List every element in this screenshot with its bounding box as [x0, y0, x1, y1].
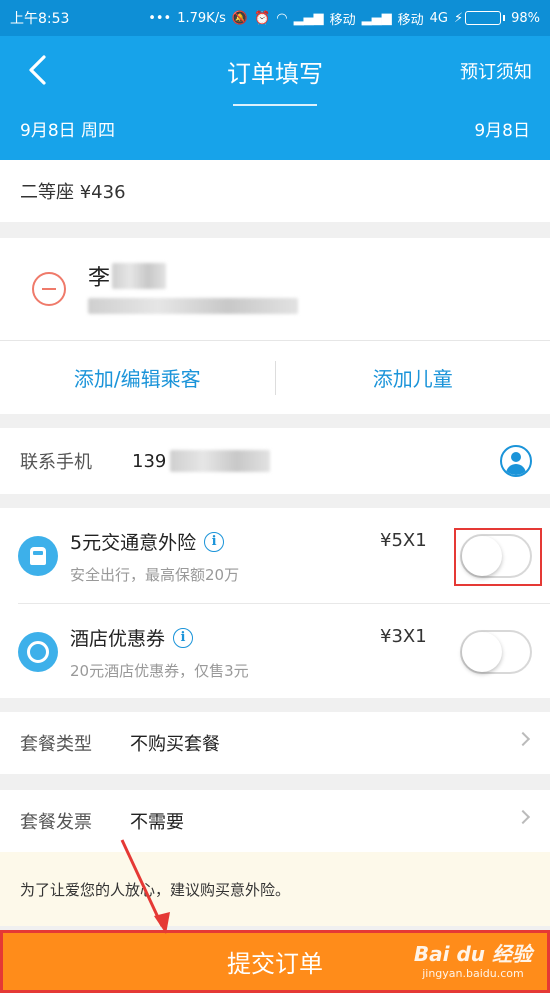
- battery-icon: ⚡: [453, 10, 506, 26]
- addons-section: 5元交通意外险 i 安全出行，最高保额20万 ¥5X1 酒店优惠券 i 20元酒…: [0, 508, 550, 698]
- status-bar: 上午8:53 ••• 1.79K/s 🔕 ⏰ ◠ ▂▄▆ 移动 ▂▄▆ 移动 4…: [0, 0, 550, 36]
- contact-phone-blur: [170, 450, 271, 472]
- passenger-name-text: 李: [88, 266, 111, 291]
- addon-price: ¥5X1: [380, 530, 427, 551]
- passenger-id-blur: [88, 298, 298, 314]
- hotel-coupon-toggle[interactable]: [460, 630, 532, 674]
- insurance-tip: 为了让爱您的人放心，建议购买意外险。: [0, 852, 550, 926]
- contact-phone-row[interactable]: 联系手机 139: [0, 428, 550, 494]
- signal-icon: ▂▄▆: [293, 10, 324, 26]
- package-invoice-row[interactable]: 套餐发票 不需要: [0, 790, 550, 852]
- signal-dots-icon: •••: [148, 10, 172, 26]
- insurance-addon: 5元交通意外险 i 安全出行，最高保额20万 ¥5X1: [0, 508, 550, 603]
- package-type-row[interactable]: 套餐类型 不购买套餐: [0, 712, 550, 774]
- addon-title: 5元交通意外险 i: [70, 528, 225, 555]
- info-icon[interactable]: i: [173, 627, 194, 648]
- toggle-knob: [462, 632, 502, 672]
- network-type: 4G: [429, 10, 448, 26]
- status-time: 上午8:53: [10, 11, 70, 27]
- seat-info: 二等座 ¥436: [0, 160, 550, 222]
- info-icon[interactable]: i: [204, 531, 225, 552]
- departure-date: 9月8日 周四: [20, 121, 116, 141]
- contact-phone-value: 139: [132, 450, 167, 472]
- booking-notice-link[interactable]: 预订须知: [460, 58, 532, 84]
- carrier-2: 移动: [397, 12, 424, 28]
- addon-title-text: 5元交通意外险: [70, 532, 197, 554]
- package-type-value: 不购买套餐: [130, 734, 220, 755]
- passenger-name-blur: [112, 263, 167, 289]
- charging-icon: ⚡: [453, 10, 464, 26]
- header: 订单填写 预订须知 9月8日 周四 9月8日: [0, 36, 550, 160]
- passenger-actions: 添加/编辑乘客 添加儿童: [0, 341, 550, 414]
- car-icon: [18, 536, 58, 576]
- hotel-coupon-icon: [18, 632, 58, 672]
- annotation-arrow-icon: [120, 839, 170, 934]
- watermark-main: Bai du 经验: [413, 942, 532, 966]
- baidu-jingyan-watermark: Bai du 经验 jingyan.baidu.com: [414, 938, 532, 980]
- alarm-icon: ⏰: [254, 10, 271, 26]
- chevron-right-icon: [515, 731, 531, 747]
- passenger-section: 李 添加/编辑乘客 添加儿童: [0, 238, 550, 414]
- addon-title-text: 酒店优惠券: [70, 628, 166, 650]
- watermark-sub: jingyan.baidu.com: [422, 967, 524, 980]
- hotel-coupon-addon: 酒店优惠券 i 20元酒店优惠券，仅售3元 ¥3X1: [0, 604, 550, 699]
- contact-person-icon[interactable]: [500, 445, 532, 477]
- annotation-highlight-box: [454, 528, 542, 586]
- submit-label: 提交订单: [227, 950, 323, 978]
- contact-label: 联系手机: [20, 452, 92, 473]
- chevron-right-icon: [515, 809, 531, 825]
- package-invoice-value: 不需要: [130, 812, 184, 833]
- contact-phone-field[interactable]: 139: [132, 450, 271, 472]
- package-invoice-label: 套餐发票: [20, 812, 92, 833]
- add-child-button[interactable]: 添加儿童: [276, 363, 550, 392]
- arrival-date: 9月8日: [474, 121, 530, 141]
- wifi-icon: ◠: [276, 10, 288, 26]
- carrier-1: 移动: [329, 12, 356, 28]
- signal-icon-2: ▂▄▆: [361, 10, 392, 26]
- addon-subtitle: 20元酒店优惠券，仅售3元: [70, 662, 249, 680]
- mute-icon: 🔕: [231, 10, 249, 26]
- seat-label: 二等座 ¥436: [20, 182, 126, 203]
- addon-subtitle: 安全出行，最高保额20万: [70, 566, 240, 584]
- battery-percent: 98%: [511, 10, 540, 26]
- network-speed: 1.79K/s: [177, 10, 226, 26]
- passenger-row: 李: [0, 238, 550, 340]
- status-right: ••• 1.79K/s 🔕 ⏰ ◠ ▂▄▆ 移动 ▂▄▆ 移动 4G ⚡ 98%: [148, 9, 540, 28]
- passenger-name: 李: [88, 260, 167, 292]
- title-underline: [233, 104, 317, 106]
- add-edit-passenger-button[interactable]: 添加/编辑乘客: [0, 363, 275, 392]
- addon-title: 酒店优惠券 i: [70, 624, 194, 651]
- addon-price: ¥3X1: [380, 626, 427, 647]
- package-type-label: 套餐类型: [20, 734, 92, 755]
- remove-passenger-icon[interactable]: [32, 272, 66, 306]
